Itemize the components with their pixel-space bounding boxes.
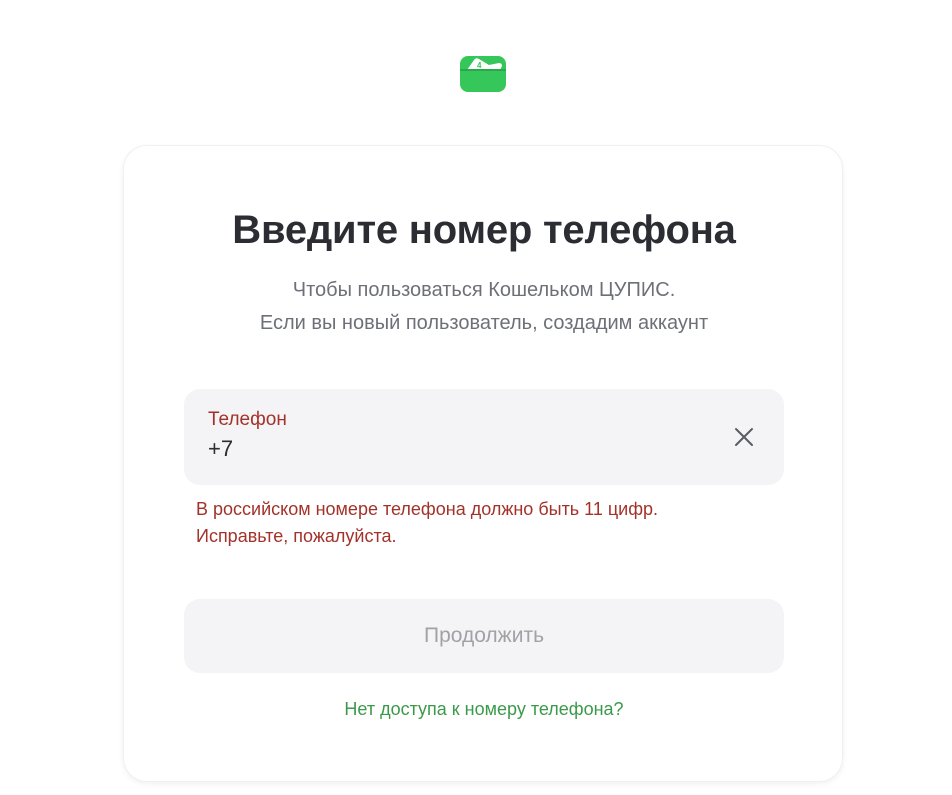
subtitle-line-1: Чтобы пользоваться Кошельком ЦУПИС. bbox=[292, 279, 676, 301]
subtitle: Чтобы пользоваться Кошельком ЦУПИС. Если… bbox=[124, 274, 844, 340]
wallet-icon: 4 bbox=[460, 56, 506, 92]
error-message: В российском номере телефона должно быть… bbox=[196, 496, 658, 550]
login-card: Введите номер телефона Чтобы пользоватьс… bbox=[123, 145, 843, 782]
subtitle-line-2: Если вы новый пользователь, создадим акк… bbox=[259, 312, 709, 334]
continue-button[interactable]: Продолжить bbox=[184, 599, 784, 673]
page: 4 Введите номер телефона Чтобы пользоват… bbox=[0, 0, 952, 795]
svg-text:4: 4 bbox=[477, 61, 482, 70]
no-phone-access-link[interactable]: Нет доступа к номеру телефона? bbox=[124, 699, 844, 720]
error-line-2: Исправьте, пожалуйста. bbox=[196, 526, 397, 546]
page-title: Введите номер телефона bbox=[232, 208, 736, 252]
phone-field[interactable]: Телефон +7 bbox=[184, 389, 784, 485]
close-icon[interactable] bbox=[730, 423, 758, 451]
phone-input[interactable]: +7 bbox=[208, 436, 233, 462]
error-line-1: В российском номере телефона должно быть… bbox=[196, 499, 659, 519]
phone-field-label: Телефон bbox=[208, 409, 287, 430]
